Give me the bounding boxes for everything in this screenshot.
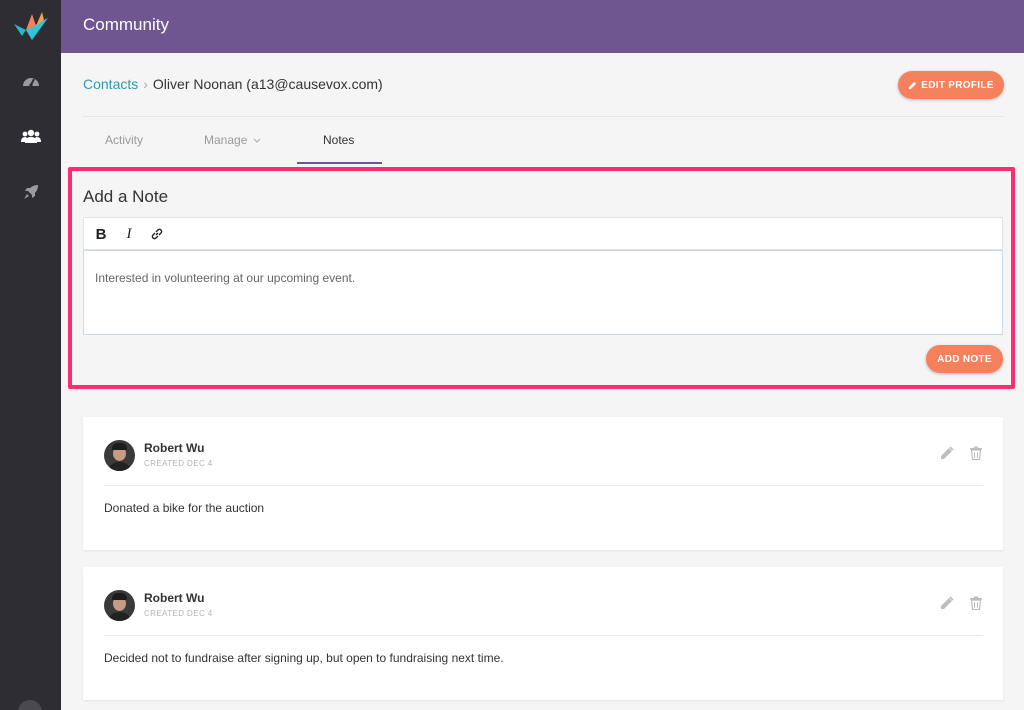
- pencil-icon: [909, 81, 917, 89]
- tab-notes[interactable]: Notes: [323, 133, 354, 147]
- add-note-heading: Add a Note: [83, 187, 169, 206]
- note-divider: [104, 635, 983, 636]
- edit-profile-label: EDIT PROFILE: [921, 79, 994, 91]
- trash-icon[interactable]: [969, 446, 983, 461]
- link-icon[interactable]: [148, 225, 166, 243]
- note-created: CREATED DEC 4: [144, 609, 213, 618]
- active-tab-indicator: [297, 162, 382, 164]
- rocket-icon[interactable]: [0, 174, 61, 210]
- note-card: Robert Wu CREATED DEC 4 Donated a bike f…: [83, 417, 1003, 550]
- breadcrumb: Contacts › Oliver Noonan (a13@causevox.com…: [83, 76, 383, 92]
- bold-button[interactable]: B: [92, 225, 110, 243]
- avatar: [104, 440, 135, 471]
- breadcrumb-contacts-link[interactable]: Contacts: [83, 76, 138, 92]
- tab-manage[interactable]: Manage: [204, 133, 261, 147]
- trash-icon[interactable]: [969, 596, 983, 611]
- editor-toolbar: B I: [83, 217, 1003, 250]
- dashboard-icon[interactable]: [0, 63, 61, 99]
- header-divider: [83, 116, 1003, 117]
- user-avatar[interactable]: [18, 700, 42, 710]
- note-divider: [104, 485, 983, 486]
- note-author: Robert Wu: [144, 441, 205, 455]
- pencil-icon[interactable]: [940, 446, 954, 460]
- note-card: Robert Wu CREATED DEC 4 Decided not to f…: [83, 567, 1003, 700]
- note-editor-text: Interested in volunteering at our upcomi…: [95, 271, 356, 285]
- avatar: [104, 590, 135, 621]
- pencil-icon[interactable]: [940, 596, 954, 610]
- tab-manage-label: Manage: [204, 133, 248, 147]
- sidebar: [0, 0, 61, 710]
- community-icon[interactable]: [0, 118, 61, 154]
- note-created: CREATED DEC 4: [144, 459, 213, 468]
- page-title: Community: [83, 15, 169, 34]
- tab-activity[interactable]: Activity: [105, 133, 143, 147]
- logo-bird-icon[interactable]: [12, 10, 50, 42]
- edit-profile-button[interactable]: EDIT PROFILE: [898, 71, 1004, 99]
- note-text: Decided not to fundraise after signing u…: [104, 651, 504, 665]
- note-text: Donated a bike for the auction: [104, 501, 265, 515]
- breadcrumb-current: Oliver Noonan (a13@causevox.com): [152, 76, 383, 92]
- note-author: Robert Wu: [144, 591, 205, 605]
- chevron-down-icon: [253, 138, 261, 143]
- add-note-button[interactable]: ADD NOTE: [926, 345, 1003, 373]
- breadcrumb-separator: ›: [143, 76, 148, 92]
- italic-button[interactable]: I: [120, 225, 138, 243]
- top-bar: Community: [61, 0, 1024, 53]
- note-editor[interactable]: Interested in volunteering at our upcomi…: [83, 250, 1003, 335]
